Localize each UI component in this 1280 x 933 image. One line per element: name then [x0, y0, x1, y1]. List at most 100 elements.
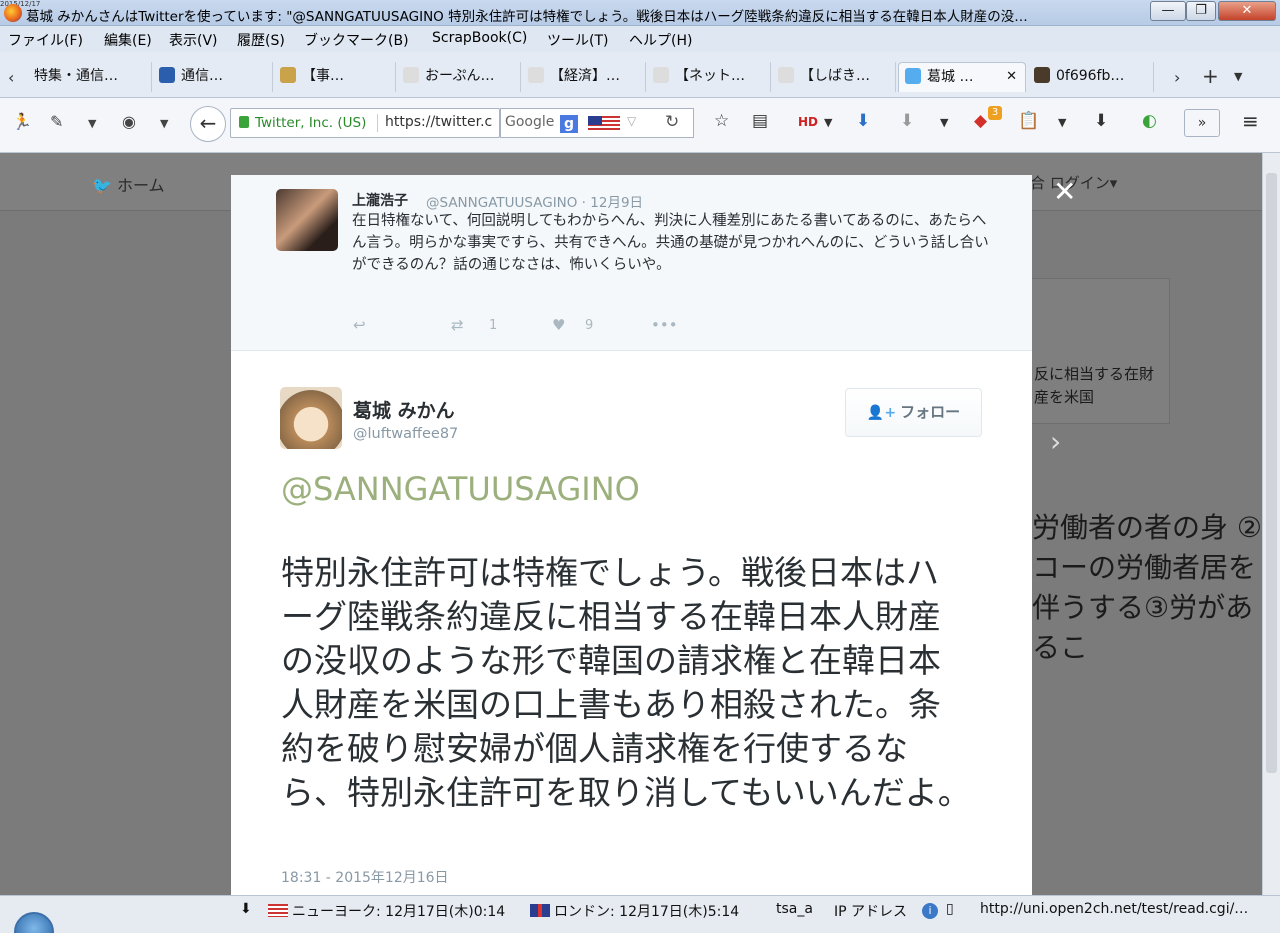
avatar[interactable]: [276, 189, 338, 251]
tab-bar: ‹ 特集・通信… 通信… 【事… おーぷん… 【経済】… 【ネット… 【しばき……: [0, 52, 1280, 98]
more-options-icon[interactable]: •••: [651, 316, 678, 334]
tweet-timestamp[interactable]: 18:31 - 2015年12月16日: [281, 867, 449, 887]
menu-file[interactable]: ファイル(F): [8, 30, 83, 50]
window-title-bar: 2015/12/17 葛城 みかんさんはTwitterを使っています: "@SA…: [0, 0, 1280, 26]
document-icon: ▯: [946, 901, 954, 917]
uk-flag-icon: [530, 904, 550, 917]
tab-favicon-icon: [280, 67, 296, 83]
scrollbar-thumb[interactable]: [1266, 173, 1277, 773]
scrollbar[interactable]: [1262, 153, 1280, 895]
retweet-icon[interactable]: ⇄: [451, 316, 464, 334]
search-input[interactable]: Google g ▽ ↻: [500, 108, 694, 138]
new-tab-plus-icon[interactable]: +: [1202, 64, 1219, 88]
tab-label: おーぷん…: [425, 68, 495, 84]
brush-icon[interactable]: ✎: [50, 112, 63, 131]
home-label: ホーム: [117, 176, 165, 195]
tab-5[interactable]: 【経済】…: [522, 62, 646, 92]
dropdown-chevron-icon[interactable]: ▼: [160, 117, 168, 130]
eye-icon[interactable]: ◉: [122, 112, 136, 131]
maximize-button[interactable]: ❐: [1186, 1, 1216, 21]
menu-bookmarks[interactable]: ブックマーク(B): [304, 30, 409, 50]
clipboard-icon[interactable]: 📋: [1018, 111, 1039, 131]
url-bar[interactable]: Twitter, Inc. (US) https://twitter.c: [230, 108, 500, 138]
save-arrow-icon[interactable]: ⬇: [1094, 111, 1108, 131]
heart-icon[interactable]: ♥: [552, 316, 565, 334]
dropdown-chevron-icon[interactable]: ▼: [824, 116, 832, 129]
hamburger-menu-icon[interactable]: ≡: [1242, 109, 1259, 133]
tab-3[interactable]: 【事…: [274, 62, 396, 92]
tab-4[interactable]: おーぷん…: [397, 62, 521, 92]
dropdown-chevron-icon[interactable]: ▼: [88, 117, 96, 130]
close-modal-icon[interactable]: ✕: [1053, 175, 1076, 208]
twitter-home-link[interactable]: 🐦 ホーム: [92, 172, 165, 196]
tab-active-twitter[interactable]: 葛城 … ✕: [898, 62, 1026, 92]
menu-history[interactable]: 履歴(S): [237, 30, 285, 50]
status-user: tsa_a: [776, 901, 813, 917]
reply-icon[interactable]: ↩: [353, 316, 366, 334]
tab-label: 通信…: [181, 68, 223, 84]
dropdown-chevron-icon[interactable]: ▼: [1058, 116, 1066, 129]
tab-close-icon[interactable]: ✕: [1006, 63, 1017, 91]
reader-list-icon[interactable]: ▤: [752, 111, 768, 131]
back-button[interactable]: ←: [190, 106, 226, 142]
search-engine-label: Google: [505, 114, 555, 130]
tab-label: 葛城 …: [927, 69, 974, 85]
firefox-icon: [4, 4, 22, 22]
tab-favicon-icon: [403, 67, 419, 83]
overflow-chevrons-icon[interactable]: »: [1184, 109, 1220, 137]
context-tweet-text: 在日特権ないて、何回説明してもわからへん、判決に人種差別にあたる書いてあるのに、…: [352, 213, 989, 273]
window-title: 葛城 みかんさんはTwitterを使っています: "@SANNGATUUSAGI…: [26, 9, 1028, 25]
info-icon[interactable]: i: [922, 903, 938, 919]
menu-view[interactable]: 表示(V): [169, 30, 218, 50]
download-arrow-gray-icon[interactable]: ⬇: [900, 111, 914, 131]
refresh-circle-icon[interactable]: ◐: [1142, 111, 1157, 131]
dropdown-chevron-icon[interactable]: ▼: [940, 116, 948, 129]
background-article-text: 労働者の者の身 ②コーの労働者居を伴うする③労があるこ: [1032, 511, 1263, 664]
main-tweet-handle[interactable]: @luftwaffee87: [353, 426, 458, 442]
chevron-right-icon[interactable]: ›: [1050, 425, 1061, 458]
tweet-modal: 上瀧浩子 @SANNGATUUSAGINO · 12月9日 在日特権ないて、何回…: [231, 175, 1032, 895]
tab-label: 【事…: [302, 68, 344, 84]
download-arrow-icon[interactable]: ⬇: [856, 111, 870, 131]
addon-badge-icon[interactable]: ◆: [974, 111, 987, 131]
tab-favicon-icon: [778, 67, 794, 83]
tab-7[interactable]: 【しばき…: [772, 62, 896, 92]
close-window-button[interactable]: ✕: [1218, 1, 1276, 21]
tab-label: 【ネット…: [675, 68, 745, 84]
context-tweet-name[interactable]: 上瀧浩子: [352, 190, 408, 210]
bookmark-star-icon[interactable]: ☆: [714, 111, 729, 131]
tab-scroll-right-icon[interactable]: ›: [1174, 68, 1180, 87]
status-url: http://uni.open2ch.net/test/read.cgi/…: [980, 901, 1249, 917]
mention-link[interactable]: @SANNGATUUSAGINO: [281, 470, 640, 508]
like-count: 9: [585, 318, 594, 333]
tab-1[interactable]: 特集・通信…: [28, 62, 152, 92]
menu-edit[interactable]: 編集(E): [104, 30, 152, 50]
menu-tools[interactable]: ツール(T): [547, 30, 608, 50]
chevron-down-icon[interactable]: ▽: [627, 114, 636, 128]
tab-favicon-icon: [159, 67, 175, 83]
ip-address-label[interactable]: IP アドレス: [834, 901, 907, 921]
site-identity[interactable]: Twitter, Inc. (US): [255, 115, 366, 131]
tab-scroll-left-icon[interactable]: ‹: [8, 68, 14, 87]
avatar[interactable]: [280, 387, 342, 449]
retweet-count: 1: [489, 318, 498, 333]
url-text[interactable]: https://twitter.c: [385, 114, 497, 130]
main-tweet-text: 特別永住許可は特権でしょう。戦後日本はハーグ陸戦条約違反に相当する在韓日本人財産…: [281, 553, 971, 812]
download-icon[interactable]: ⬇: [240, 901, 252, 917]
follow-button[interactable]: 👤+ フォロー: [845, 388, 982, 437]
reload-icon[interactable]: ↻: [665, 112, 679, 132]
london-clock: ロンドン: 12月17日(木)5:14: [554, 904, 740, 920]
menu-help[interactable]: ヘルプ(H): [629, 30, 692, 50]
menu-scrapbook[interactable]: ScrapBook(C): [432, 30, 527, 46]
tab-6[interactable]: 【ネット…: [647, 62, 771, 92]
tab-2[interactable]: 通信…: [153, 62, 273, 92]
main-tweet-name[interactable]: 葛城 みかん: [353, 396, 455, 423]
context-tweet: 上瀧浩子 @SANNGATUUSAGINO · 12月9日 在日特権ないて、何回…: [231, 175, 1032, 351]
tab-list-chevron-down-icon[interactable]: ▼: [1234, 70, 1242, 83]
runner-icon[interactable]: 🏃: [12, 112, 32, 131]
minimize-button[interactable]: —: [1150, 1, 1186, 21]
follow-label: フォロー: [900, 403, 961, 421]
hd-video-icon[interactable]: HD: [798, 115, 818, 129]
tab-9[interactable]: 0f696fb…: [1028, 62, 1154, 92]
context-tweet-handle[interactable]: @SANNGATUUSAGINO · 12月9日: [426, 191, 643, 211]
